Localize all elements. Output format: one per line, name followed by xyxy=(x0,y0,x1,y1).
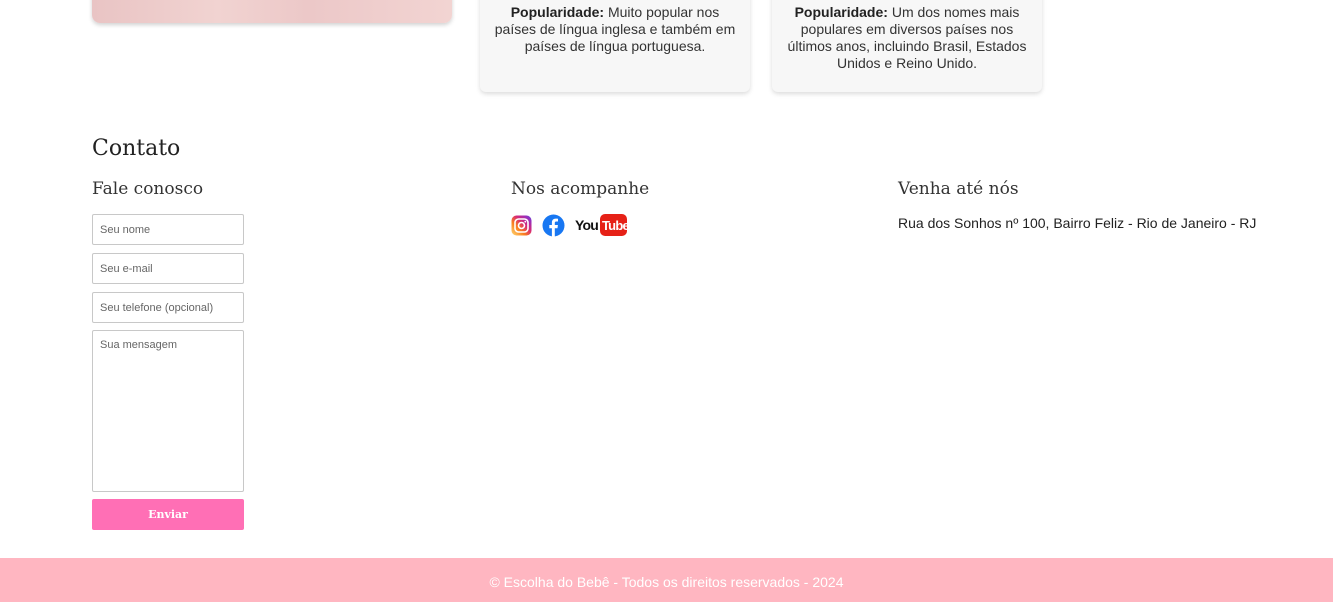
card-label: Popularidade: xyxy=(510,4,605,20)
phone-field[interactable] xyxy=(92,292,244,323)
card-label: Popularidade: xyxy=(794,4,888,20)
name-card: Popularidade: Um dos nomes mais populare… xyxy=(772,0,1042,92)
email-field[interactable] xyxy=(92,253,244,284)
address-text: Rua dos Sonhos nº 100, Bairro Feliz - Ri… xyxy=(898,215,1257,231)
name-field[interactable] xyxy=(92,214,244,245)
youtube-you-text: You xyxy=(575,217,598,233)
youtube-icon[interactable]: You Tube xyxy=(575,213,630,237)
form-heading: Fale conosco xyxy=(92,179,204,199)
instagram-icon[interactable] xyxy=(511,215,532,236)
send-button[interactable]: Enviar xyxy=(92,499,244,530)
baby-photo xyxy=(92,0,452,23)
footer: © Escolha do Bebê - Todos os direitos re… xyxy=(0,558,1333,602)
message-field[interactable] xyxy=(92,330,244,492)
footer-text: © Escolha do Bebê - Todos os direitos re… xyxy=(489,574,844,590)
name-card: Popularidade: Muito popular nos países d… xyxy=(480,0,750,92)
contact-title: Contato xyxy=(92,136,181,161)
social-links: You Tube xyxy=(511,213,630,237)
social-heading: Nos acompanhe xyxy=(511,179,650,199)
youtube-tube-text: Tube xyxy=(602,218,627,233)
location-heading: Venha até nós xyxy=(898,179,1019,199)
facebook-icon[interactable] xyxy=(542,214,565,237)
